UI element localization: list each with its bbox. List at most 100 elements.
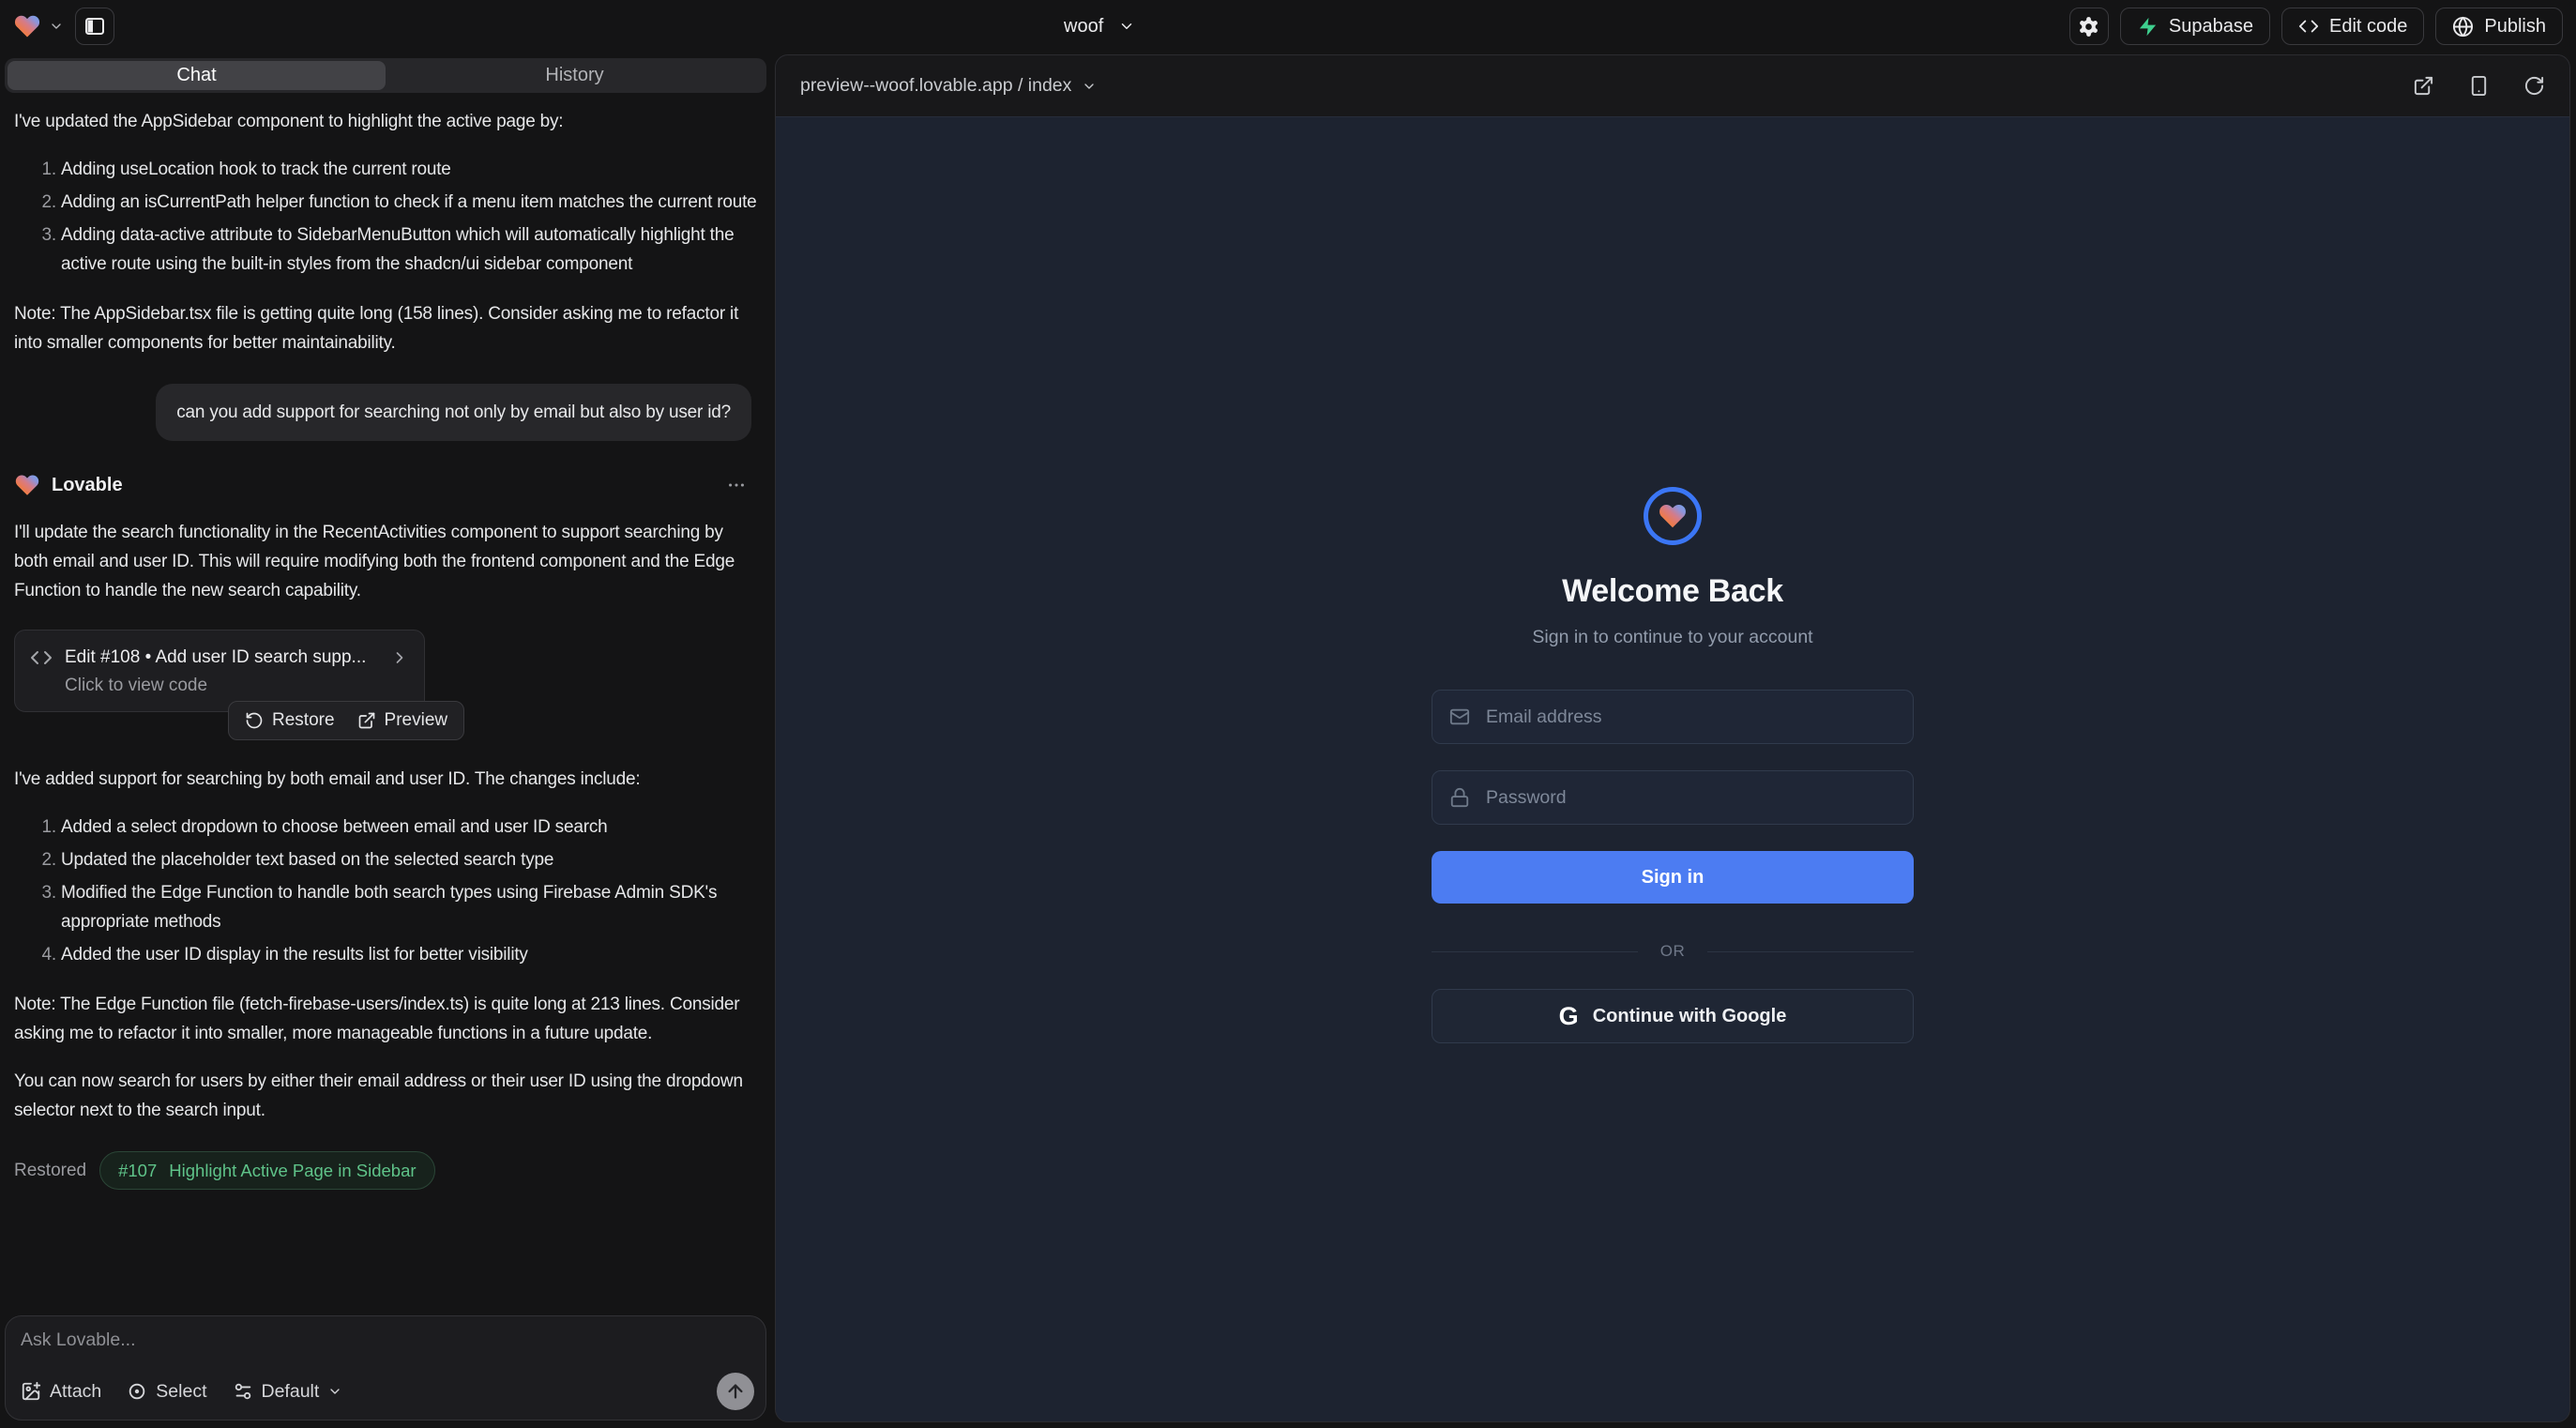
settings-button[interactable] bbox=[2069, 8, 2109, 45]
globe-icon bbox=[2452, 16, 2474, 38]
preview-url-selector[interactable]: preview--woof.lovable.app / index bbox=[800, 75, 1097, 97]
topbar-left bbox=[13, 8, 114, 45]
edit-code-button[interactable]: Edit code bbox=[2281, 8, 2424, 45]
smartphone-icon bbox=[2468, 75, 2490, 97]
assistant-message-text: I've added support for searching by both… bbox=[14, 765, 758, 794]
user-message-row: can you add support for searching not on… bbox=[14, 384, 758, 441]
chevron-right-icon bbox=[390, 648, 409, 667]
app-heart-icon bbox=[1658, 501, 1688, 531]
project-selector[interactable]: woof bbox=[1058, 8, 1141, 45]
chat-mode-button[interactable]: Default bbox=[233, 1381, 343, 1403]
publish-button[interactable]: Publish bbox=[2435, 8, 2563, 45]
assistant-message-list: Added a select dropdown to choose betwee… bbox=[14, 813, 758, 969]
divider-line bbox=[1707, 951, 1914, 952]
edit-code-label: Edit code bbox=[2329, 16, 2407, 38]
tab-history[interactable]: History bbox=[386, 61, 764, 90]
chat-panel: Chat History I've updated the AppSidebar… bbox=[0, 53, 771, 1428]
sign-in-button[interactable]: Sign in bbox=[1432, 851, 1914, 904]
divider-label: OR bbox=[1660, 942, 1686, 961]
version-number: #107 bbox=[118, 1161, 157, 1181]
mobile-view-button[interactable] bbox=[2468, 75, 2490, 97]
list-item: Updated the placeholder text based on th… bbox=[61, 845, 758, 874]
chevron-down-icon bbox=[49, 19, 64, 34]
restored-row: Restored #107 Highlight Active Page in S… bbox=[14, 1151, 758, 1210]
chat-input[interactable] bbox=[21, 1329, 721, 1367]
google-icon: G bbox=[1559, 1004, 1579, 1029]
assistant-message-text: You can now search for users by either t… bbox=[14, 1067, 758, 1125]
supabase-label: Supabase bbox=[2169, 16, 2253, 38]
code-icon bbox=[30, 646, 53, 669]
password-input[interactable] bbox=[1484, 786, 1896, 810]
edit-card-subtitle: Click to view code bbox=[65, 676, 409, 696]
list-item: Added a select dropdown to choose betwee… bbox=[61, 813, 758, 842]
auth-title: Welcome Back bbox=[1562, 573, 1783, 610]
chevron-down-icon bbox=[1082, 79, 1097, 94]
preview-label: Preview bbox=[385, 710, 448, 731]
lovable-app-window: woof Supabase Edit code Publish Chat bbox=[0, 0, 2576, 1428]
edit-card-actions: Restore Preview bbox=[228, 701, 464, 740]
send-button[interactable] bbox=[717, 1373, 754, 1410]
app-logo bbox=[1644, 487, 1702, 545]
google-label: Continue with Google bbox=[1593, 1006, 1787, 1027]
toggle-sidebar-button[interactable] bbox=[75, 8, 114, 45]
assistant-header: Lovable bbox=[14, 471, 758, 499]
attach-button[interactable]: Attach bbox=[21, 1381, 101, 1403]
list-item: Modified the Edge Function to handle bot… bbox=[61, 878, 758, 936]
restore-button[interactable]: Restore bbox=[245, 710, 335, 731]
password-field bbox=[1432, 770, 1914, 825]
refresh-icon bbox=[2523, 75, 2545, 97]
assistant-message-note: Note: The Edge Function file (fetch-fire… bbox=[14, 990, 758, 1048]
auth-subtitle: Sign in to continue to your account bbox=[1532, 627, 1812, 648]
preview-app: Welcome Back Sign in to continue to your… bbox=[776, 117, 2569, 1421]
version-chip[interactable]: #107 Highlight Active Page in Sidebar bbox=[99, 1151, 434, 1190]
select-target-icon bbox=[127, 1381, 147, 1402]
assistant-name: Lovable bbox=[52, 475, 123, 496]
list-item: Adding data-active attribute to SidebarM… bbox=[61, 220, 758, 279]
supabase-bolt-icon bbox=[2137, 16, 2159, 38]
email-input[interactable] bbox=[1484, 706, 1896, 729]
code-icon bbox=[2298, 16, 2319, 37]
or-divider: OR bbox=[1432, 942, 1914, 961]
tab-chat[interactable]: Chat bbox=[8, 61, 386, 90]
preview-url: preview--woof.lovable.app / index bbox=[800, 75, 1071, 97]
list-item: Adding an isCurrentPath helper function … bbox=[61, 188, 758, 217]
preview-button[interactable]: Preview bbox=[357, 710, 448, 731]
panel-left-icon bbox=[83, 15, 106, 38]
list-item: Adding useLocation hook to track the cur… bbox=[61, 155, 758, 184]
assistant-message-text: I'll update the search functionality in … bbox=[14, 518, 758, 605]
google-sign-in-button[interactable]: G Continue with Google bbox=[1432, 989, 1914, 1043]
ellipsis-icon bbox=[726, 475, 747, 495]
sliders-icon bbox=[233, 1381, 253, 1402]
chevron-down-icon bbox=[1118, 18, 1135, 35]
preview-panel: preview--woof.lovable.app / index bbox=[775, 54, 2570, 1422]
preview-actions bbox=[2413, 75, 2545, 97]
attach-label: Attach bbox=[50, 1381, 101, 1403]
assistant-message-list: Adding useLocation hook to track the cur… bbox=[14, 155, 758, 279]
email-field bbox=[1432, 690, 1914, 744]
chat-history-tabs: Chat History bbox=[5, 58, 766, 93]
auth-card: Welcome Back Sign in to continue to your… bbox=[1432, 487, 1914, 1043]
restore-label: Restore bbox=[272, 710, 335, 731]
edit-card[interactable]: Edit #108 • Add user ID search supp... C… bbox=[14, 630, 425, 712]
external-link-icon bbox=[357, 711, 376, 730]
assistant-message-text: I've updated the AppSidebar component to… bbox=[14, 107, 758, 136]
list-item: Added the user ID display in the results… bbox=[61, 940, 758, 969]
edit-card-title: Edit #108 • Add user ID search supp... bbox=[65, 647, 366, 668]
edit-card-header: Edit #108 • Add user ID search supp... bbox=[30, 646, 409, 669]
supabase-button[interactable]: Supabase bbox=[2120, 8, 2270, 45]
chat-messages: I've updated the AppSidebar component to… bbox=[5, 93, 766, 1315]
open-in-new-tab-button[interactable] bbox=[2413, 75, 2434, 97]
composer-toolbar: Attach Select Default bbox=[21, 1373, 754, 1410]
composer: Attach Select Default bbox=[5, 1315, 766, 1420]
topbar-right: Supabase Edit code Publish bbox=[2069, 8, 2563, 45]
gear-icon bbox=[2077, 15, 2100, 38]
lovable-logo-menu[interactable] bbox=[13, 12, 64, 40]
preview-header: preview--woof.lovable.app / index bbox=[776, 55, 2569, 117]
message-menu-button[interactable] bbox=[722, 471, 750, 499]
refresh-button[interactable] bbox=[2523, 75, 2545, 97]
restore-icon bbox=[245, 711, 264, 730]
arrow-up-icon bbox=[725, 1381, 746, 1402]
chevron-down-icon bbox=[327, 1384, 342, 1399]
restored-label: Restored bbox=[14, 1161, 86, 1181]
select-button[interactable]: Select bbox=[127, 1381, 206, 1403]
